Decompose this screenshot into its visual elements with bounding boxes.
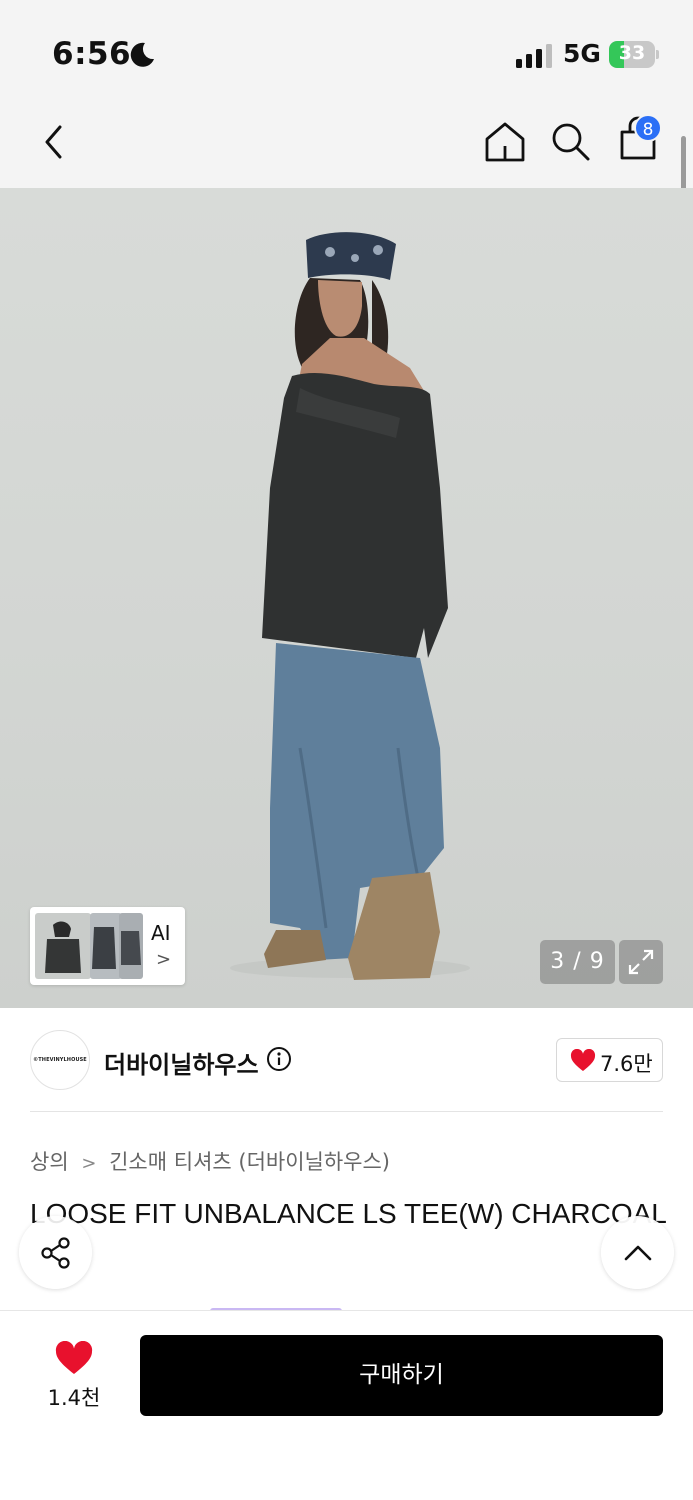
network-type: 5G	[563, 39, 601, 68]
back-button[interactable]	[32, 118, 76, 166]
brand-logo-text: ©THEVINYLHOUSE	[33, 1057, 87, 1063]
buy-button[interactable]: 구매하기	[140, 1335, 663, 1416]
thumbnail-image	[90, 913, 122, 979]
expand-image-button[interactable]	[619, 940, 663, 984]
battery-icon: 33	[609, 41, 659, 68]
brand-logo[interactable]: ©THEVINYLHOUSE	[30, 1030, 90, 1090]
image-page-counter: 3 / 9	[540, 940, 615, 984]
product-photo	[230, 232, 470, 980]
brand-row[interactable]: ©THEVINYLHOUSE 더바이닐하우스 7.6만	[0, 1008, 693, 1112]
heart-icon	[570, 1049, 596, 1071]
search-icon	[552, 123, 590, 161]
search-button[interactable]	[548, 118, 594, 166]
thumbnail-image	[35, 913, 91, 979]
info-icon[interactable]	[266, 1046, 292, 1072]
chevron-right-icon: >	[81, 1153, 97, 1174]
expand-icon	[628, 949, 654, 975]
chevron-right-icon: >	[156, 949, 172, 970]
moon-icon	[130, 42, 154, 67]
divider	[30, 1111, 663, 1112]
scroll-to-top-button[interactable]	[601, 1216, 674, 1289]
wishlist-button[interactable]: 1.4천	[40, 1337, 108, 1415]
chevron-up-icon	[624, 1245, 651, 1260]
thumbnail-image	[119, 913, 143, 979]
home-icon	[485, 122, 525, 162]
heart-icon	[55, 1341, 93, 1374]
breadcrumb-item-subcategory[interactable]: 긴소매 티셔츠 (더바이닐하우스)	[109, 1150, 390, 1174]
brand-name[interactable]: 더바이닐하우스	[104, 1045, 259, 1080]
status-bar: 6:56 5G 33	[0, 0, 693, 100]
share-icon	[40, 1236, 70, 1269]
product-title: LOOSE FIT UNBALANCE LS TEE(W) CHARCOAL	[30, 1198, 667, 1229]
top-nav-bar	[0, 100, 693, 188]
chevron-left-icon	[45, 125, 62, 159]
bottom-action-bar: 1.4천 구매하기	[0, 1310, 693, 1500]
status-time: 6:56	[52, 36, 132, 72]
signal-icon	[516, 44, 552, 68]
home-button[interactable]	[482, 118, 528, 166]
brand-like-button[interactable]: 7.6만	[556, 1038, 663, 1082]
product-image-gallery[interactable]	[0, 188, 693, 1008]
ai-thumbnail-strip[interactable]: AI >	[30, 907, 185, 985]
battery-level: 33	[618, 42, 646, 64]
brand-like-count: 7.6만	[600, 1052, 653, 1076]
breadcrumb: 상의 > 긴소매 티셔츠 (더바이닐하우스)	[30, 1146, 390, 1176]
wishlist-count: 1.4천	[47, 1386, 101, 1410]
cart-count-badge: 8	[634, 114, 662, 142]
ai-label: AI	[151, 921, 171, 945]
breadcrumb-item-category[interactable]: 상의	[30, 1150, 69, 1174]
share-button[interactable]	[19, 1216, 92, 1289]
